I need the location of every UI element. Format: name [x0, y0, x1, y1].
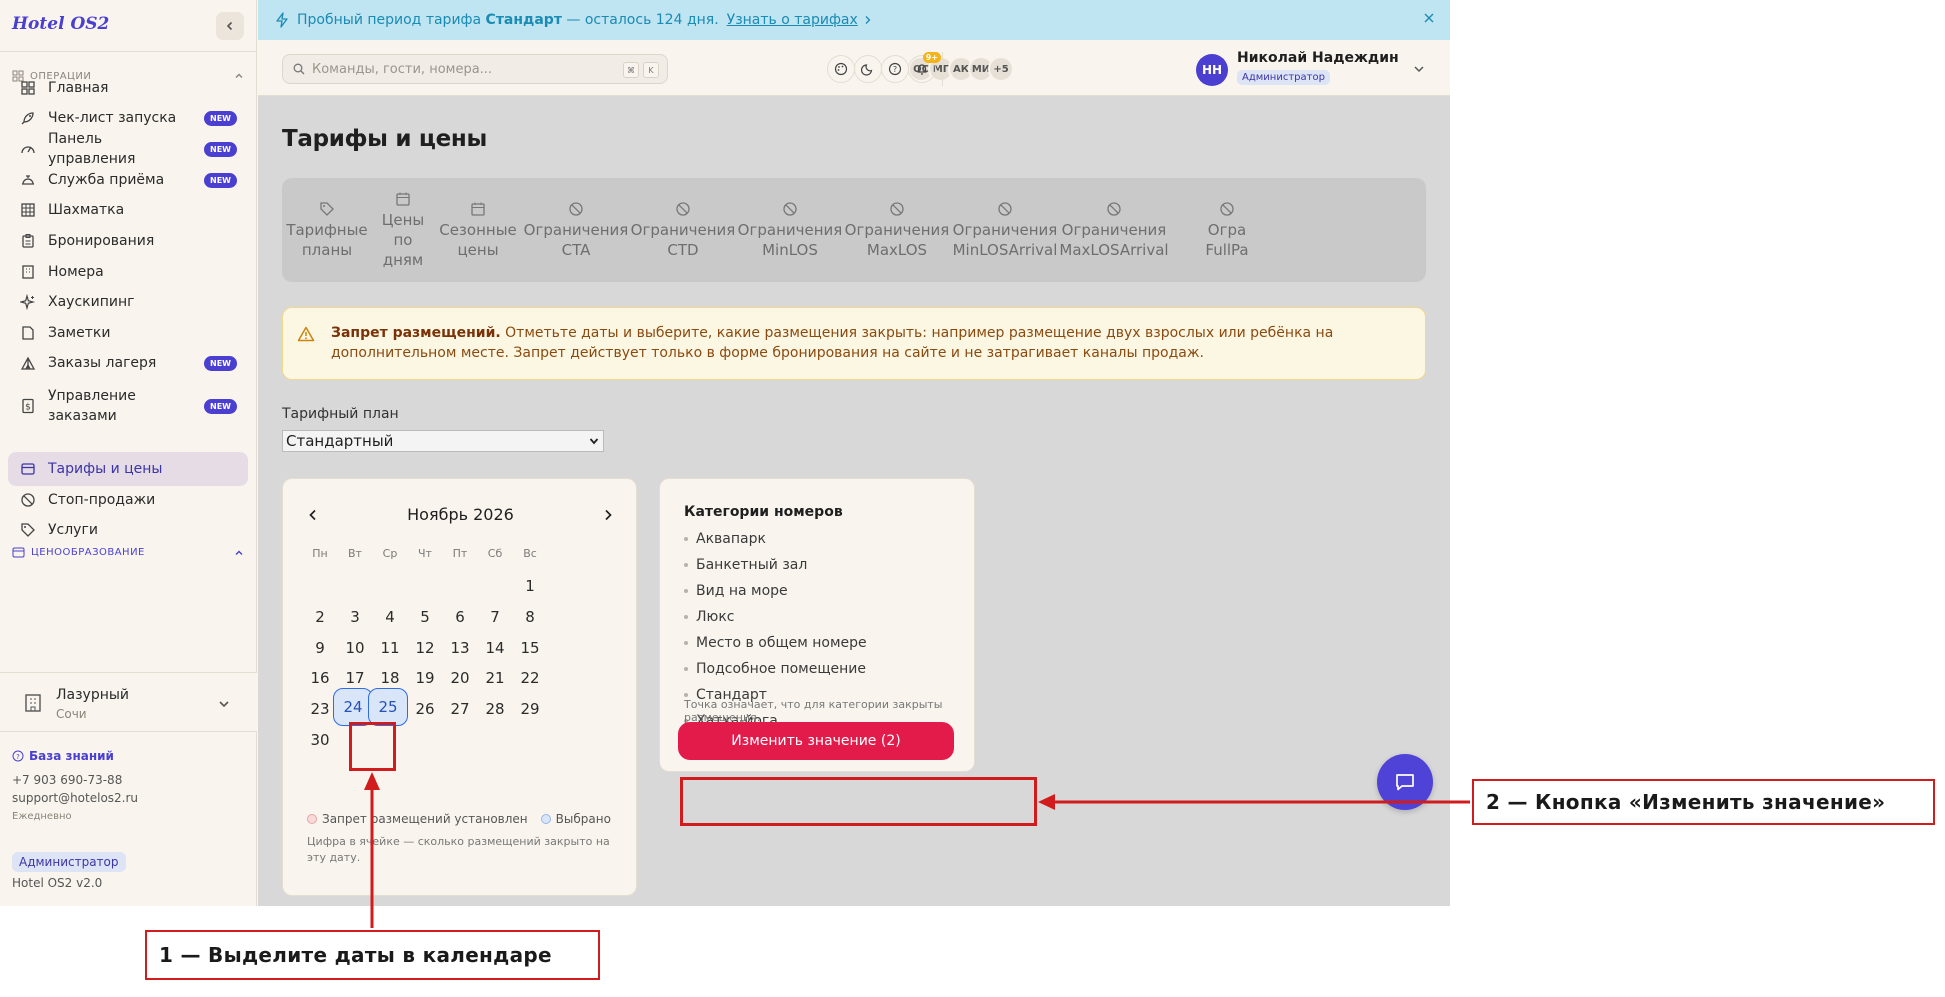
- annotation-step2: 2 — Кнопка «Изменить значение»: [1472, 779, 1935, 825]
- annotation-arrows: [364, 772, 1470, 928]
- arrow-step1-head: [364, 772, 380, 790]
- annotation-step1: 1 — Выделите даты в календаре: [145, 930, 600, 980]
- arrow-step2-head: [1038, 794, 1055, 810]
